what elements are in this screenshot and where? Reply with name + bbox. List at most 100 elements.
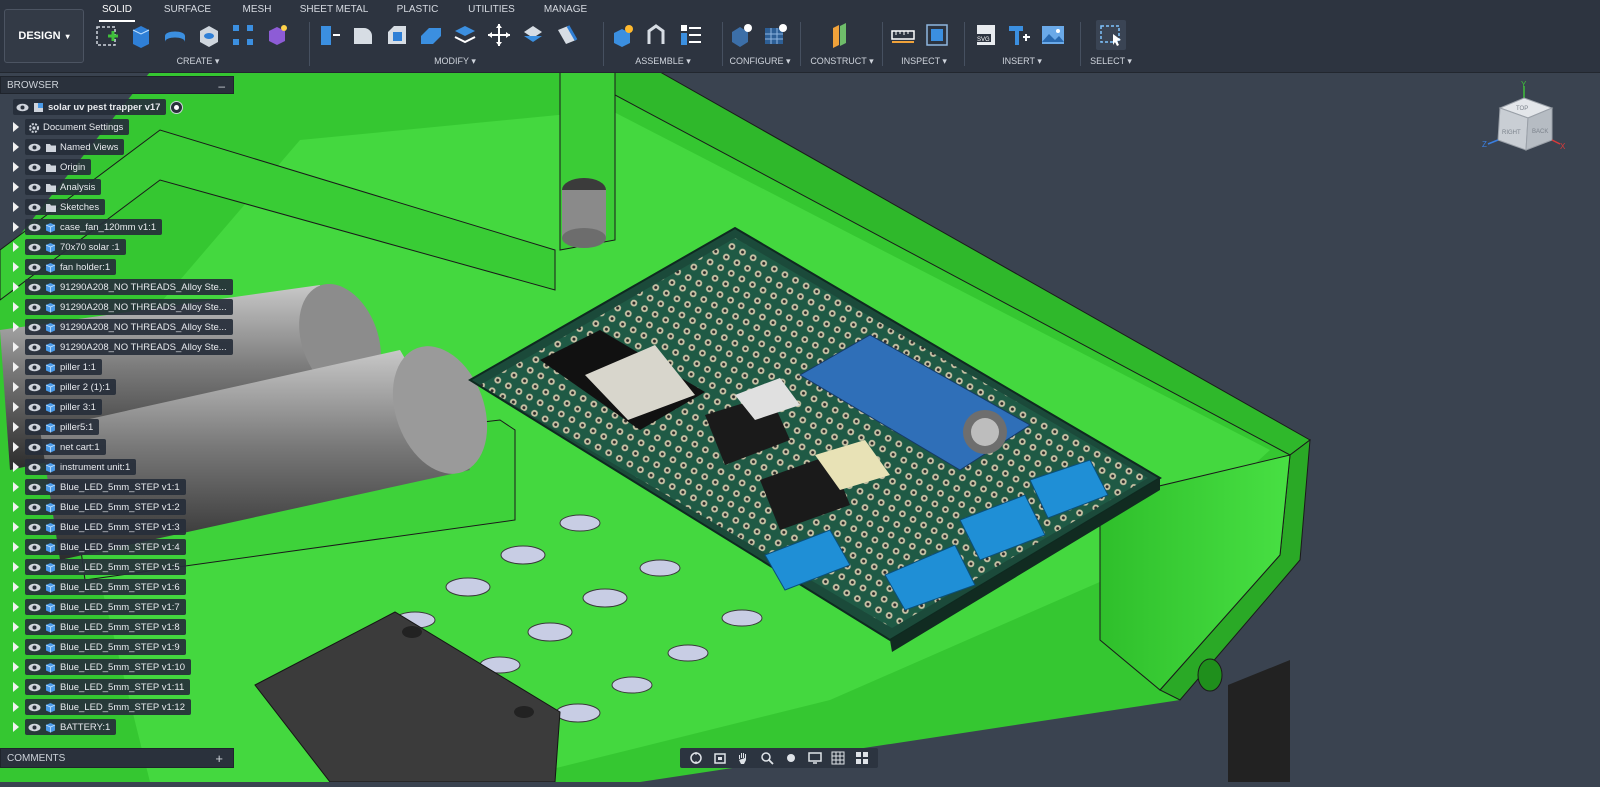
browser-item[interactable]: 91290A208_NO THREADS_Alloy Ste...: [0, 298, 233, 316]
eye-icon[interactable]: [28, 403, 41, 412]
browser-item-node[interactable]: piller 3:1: [25, 399, 102, 415]
browser-item[interactable]: case_fan_120mm v1:1: [0, 218, 163, 236]
browser-item[interactable]: 91290A208_NO THREADS_Alloy Ste...: [0, 278, 233, 296]
browser-item[interactable]: 91290A208_NO THREADS_Alloy Ste...: [0, 338, 233, 356]
expand-icon[interactable]: [13, 322, 19, 332]
browser-item-node[interactable]: Blue_LED_5mm_STEP v1:2: [25, 499, 186, 515]
browser-item[interactable]: Blue_LED_5mm_STEP v1:5: [0, 558, 186, 576]
section-analysis-icon[interactable]: [922, 20, 952, 50]
fit-icon[interactable]: [783, 751, 799, 765]
create-group-label[interactable]: CREATE ▾: [92, 56, 304, 67]
browser-item[interactable]: fan holder:1: [0, 258, 117, 276]
eye-icon[interactable]: [28, 323, 41, 332]
select-box-icon[interactable]: [1096, 20, 1126, 50]
browser-item[interactable]: Analysis: [0, 178, 102, 196]
inspect-group-label[interactable]: INSPECT ▾: [888, 56, 960, 67]
eye-icon[interactable]: [28, 203, 41, 212]
expand-icon[interactable]: [13, 682, 19, 692]
eye-icon[interactable]: [28, 363, 41, 372]
pan-icon[interactable]: [735, 751, 751, 765]
move-icon[interactable]: [484, 20, 514, 50]
eye-icon[interactable]: [28, 263, 41, 272]
eye-icon[interactable]: [28, 503, 41, 512]
expand-icon[interactable]: [13, 362, 19, 372]
eye-icon[interactable]: [28, 623, 41, 632]
browser-item-node[interactable]: Blue_LED_5mm_STEP v1:6: [25, 579, 186, 595]
grid-icon[interactable]: [830, 751, 846, 765]
eye-icon[interactable]: [28, 163, 41, 172]
eye-icon[interactable]: [28, 523, 41, 532]
joint-icon[interactable]: [642, 20, 672, 50]
expand-icon[interactable]: [13, 242, 19, 252]
eye-icon[interactable]: [28, 143, 41, 152]
assemble-group-label[interactable]: ASSEMBLE ▾: [608, 56, 718, 67]
select-group-label[interactable]: SELECT ▾: [1088, 56, 1134, 67]
expand-icon[interactable]: [13, 182, 19, 192]
browser-item[interactable]: Blue_LED_5mm_STEP v1:3: [0, 518, 186, 536]
split-body-icon[interactable]: [518, 20, 548, 50]
browser-item-node[interactable]: 70x70 solar :1: [25, 239, 126, 255]
expand-icon[interactable]: [13, 342, 19, 352]
viewports-icon[interactable]: [854, 751, 870, 765]
tab-surface[interactable]: SURFACE: [139, 0, 236, 20]
add-comment-button[interactable]: +: [215, 749, 223, 768]
expand-icon[interactable]: [13, 402, 19, 412]
expand-icon[interactable]: [13, 662, 19, 672]
browser-item[interactable]: 91290A208_NO THREADS_Alloy Ste...: [0, 318, 233, 336]
browser-item[interactable]: BATTERY:1: [0, 718, 117, 736]
tab-plastic[interactable]: PLASTIC: [390, 0, 445, 20]
tab-manage[interactable]: MANAGE: [538, 0, 593, 20]
expand-icon[interactable]: [13, 282, 19, 292]
browser-item-node[interactable]: 91290A208_NO THREADS_Alloy Ste...: [25, 299, 233, 315]
scale-icon[interactable]: [552, 20, 582, 50]
expand-icon[interactable]: [13, 502, 19, 512]
eye-icon[interactable]: [28, 643, 41, 652]
browser-item-node[interactable]: fan holder:1: [25, 259, 117, 275]
browser-item-node[interactable]: Sketches: [25, 199, 106, 215]
browser-item[interactable]: Origin: [0, 158, 92, 176]
browser-item-node[interactable]: BATTERY:1: [25, 719, 117, 735]
expand-icon[interactable]: [13, 642, 19, 652]
expand-icon[interactable]: [13, 382, 19, 392]
insert-canvas-icon[interactable]: [1038, 20, 1068, 50]
browser-item[interactable]: Named Views: [0, 138, 125, 156]
shell-icon[interactable]: [416, 20, 446, 50]
browser-item[interactable]: piller 3:1: [0, 398, 102, 416]
expand-icon[interactable]: [13, 622, 19, 632]
browser-item-node[interactable]: piller 1:1: [25, 359, 102, 375]
eye-icon[interactable]: [28, 483, 41, 492]
construct-group-label[interactable]: CONSTRUCT ▾: [806, 56, 878, 67]
browser-item[interactable]: Blue_LED_5mm_STEP v1:8: [0, 618, 186, 636]
eye-icon[interactable]: [28, 383, 41, 392]
browser-header[interactable]: BROWSER –: [0, 76, 234, 94]
configure-group-label[interactable]: CONFIGURE ▾: [726, 56, 794, 67]
eye-icon[interactable]: [28, 663, 41, 672]
expand-icon[interactable]: [13, 142, 19, 152]
eye-icon[interactable]: [28, 463, 41, 472]
browser-item[interactable]: Blue_LED_5mm_STEP v1:1: [0, 478, 186, 496]
browser-item-node[interactable]: Named Views: [25, 139, 125, 155]
modify-group-label[interactable]: MODIFY ▾: [314, 56, 596, 67]
configure-icon[interactable]: [726, 20, 756, 50]
chamfer-icon[interactable]: [382, 20, 412, 50]
eye-icon[interactable]: [28, 283, 41, 292]
browser-item-node[interactable]: 91290A208_NO THREADS_Alloy Ste...: [25, 339, 233, 355]
eye-icon[interactable]: [28, 543, 41, 552]
revolve-icon[interactable]: [160, 20, 190, 50]
browser-item[interactable]: Document Settings: [0, 118, 130, 136]
eye-icon[interactable]: [28, 243, 41, 252]
tab-solid[interactable]: SOLID: [95, 0, 139, 22]
browser-item-node[interactable]: piller5:1: [25, 419, 100, 435]
configure-table-icon[interactable]: [760, 20, 790, 50]
browser-item-node[interactable]: Blue_LED_5mm_STEP v1:1: [25, 479, 186, 495]
browser-root-row[interactable]: solar uv pest trapper v17: [0, 98, 184, 116]
browser-item[interactable]: Sketches: [0, 198, 106, 216]
offset-plane-icon[interactable]: [826, 20, 856, 50]
expand-icon[interactable]: [13, 542, 19, 552]
browser-item[interactable]: Blue_LED_5mm_STEP v1:4: [0, 538, 186, 556]
expand-icon[interactable]: [13, 262, 19, 272]
browser-item-node[interactable]: 91290A208_NO THREADS_Alloy Ste...: [25, 279, 233, 295]
browser-item-node[interactable]: Blue_LED_5mm_STEP v1:7: [25, 599, 186, 615]
browser-item[interactable]: piller5:1: [0, 418, 100, 436]
eye-icon[interactable]: [28, 603, 41, 612]
